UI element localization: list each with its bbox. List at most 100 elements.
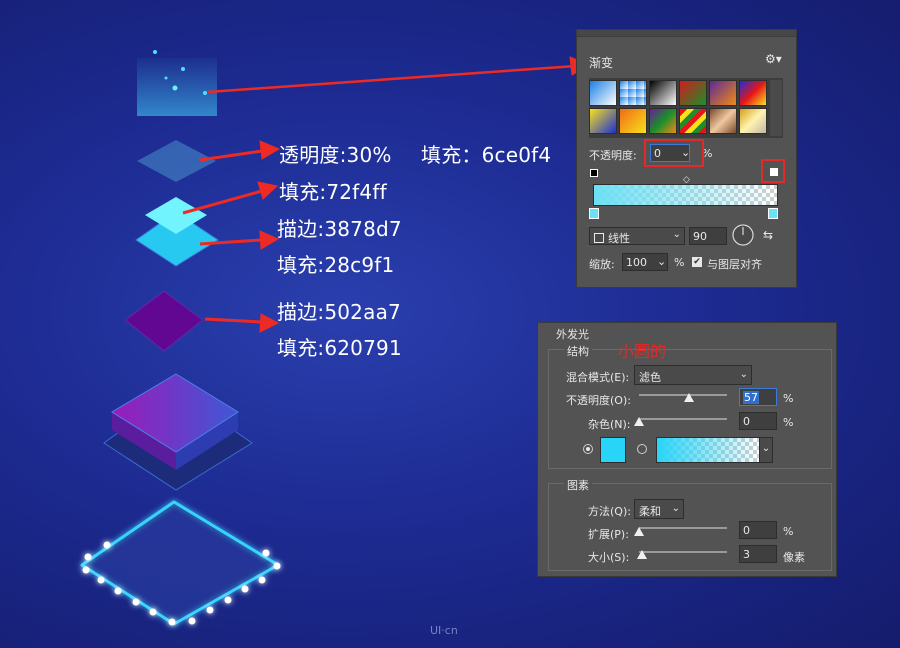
particle: [203, 91, 207, 95]
gradient-panel: 渐变 ⚙▾ 不透明度: 0 ⌄ % ◇ 线性 ⌄ 90 ⇆ 缩放: 100 ⌄ …: [576, 29, 797, 288]
gradient-style-select[interactable]: 线性 ⌄: [589, 227, 685, 245]
particle: [172, 85, 178, 91]
gradient-radio[interactable]: [637, 444, 647, 454]
opacity-stop-left[interactable]: [590, 169, 598, 177]
glow-dot: [258, 576, 266, 584]
opacity-label: 不透明度:: [589, 149, 637, 162]
arrow-head: [259, 140, 281, 160]
reverse-icon[interactable]: ⇆: [763, 228, 773, 242]
watermark: UI·cn: [430, 624, 458, 637]
structure-label: 结构: [564, 343, 592, 359]
glow-opacity-percent: %: [783, 392, 794, 405]
outer-glow-title: 外发光: [556, 328, 589, 341]
small-circle-note: 小圆的: [618, 342, 667, 361]
glow-dot: [114, 587, 122, 595]
purple-diamond: [123, 290, 205, 352]
spread-percent: %: [783, 525, 794, 538]
opacity-slider-track[interactable]: [639, 394, 727, 396]
gradient-bar[interactable]: [593, 184, 778, 206]
blend-mode-select[interactable]: 滤色 ⌄: [634, 365, 752, 385]
gradient-presets: [589, 78, 783, 138]
glow-dot: [206, 606, 214, 614]
gradient-swatch[interactable]: [649, 108, 677, 134]
arrow-line: [207, 64, 577, 94]
color-stop-left[interactable]: [589, 208, 599, 219]
arrow-head: [259, 313, 280, 333]
glow-dot: [188, 617, 196, 625]
gradient-swatch[interactable]: [589, 80, 617, 106]
gradient-swatch[interactable]: [709, 80, 737, 106]
noise-slider-thumb[interactable]: [634, 417, 644, 426]
chevron-down-icon[interactable]: ⌄: [657, 255, 666, 268]
gradient-swatch[interactable]: [619, 108, 647, 134]
spread-label: 扩展(P):: [588, 528, 629, 541]
gradient-swatch[interactable]: [679, 108, 707, 134]
glow-dot: [224, 596, 232, 604]
blend-mode-value: 滤色: [639, 371, 661, 384]
annotation-opacity: 透明度:30%: [279, 143, 392, 167]
size-slider-thumb[interactable]: [637, 550, 647, 559]
chevron-down-icon[interactable]: ⌄: [759, 437, 773, 463]
gradient-style-value: 线性: [608, 232, 630, 245]
particle: [164, 76, 168, 80]
noise-slider-track[interactable]: [639, 418, 727, 420]
glow-gradient-swatch[interactable]: [656, 437, 762, 463]
annotation-fill-28: 填充:28c9f1: [277, 253, 395, 277]
angle-dial-icon[interactable]: [731, 223, 755, 247]
arrow-line: [204, 317, 262, 324]
radio-dot: [586, 447, 590, 451]
glow-gradient-fill: [657, 438, 761, 462]
gradient-swatch[interactable]: [679, 80, 707, 106]
align-layer-label: 与图层对齐: [707, 258, 762, 271]
gradient-bar-fill: [594, 185, 777, 205]
canvas: 透明度:30% 填充：6ce0f4 填充:72f4ff 描边:3878d7 填充…: [0, 0, 900, 648]
gradient-swatch[interactable]: [709, 108, 737, 134]
noise-percent: %: [783, 416, 794, 429]
particle: [181, 67, 185, 71]
gradient-swatch[interactable]: [649, 80, 677, 106]
gradient-swatch[interactable]: [619, 80, 647, 106]
arrow-head: [259, 230, 280, 250]
gradient-panel-title: 渐变: [589, 56, 614, 70]
spread-input[interactable]: 0: [739, 521, 777, 539]
spread-slider-track[interactable]: [639, 527, 727, 529]
gear-icon[interactable]: ⚙▾: [765, 52, 782, 66]
glow-dot: [84, 553, 92, 561]
size-unit: 像素: [783, 551, 805, 564]
chevron-down-icon: ⌄: [671, 503, 680, 514]
checkbox-checked-icon[interactable]: ✔: [692, 257, 702, 267]
size-slider-track[interactable]: [639, 551, 727, 553]
highlight-opacity: [644, 139, 704, 167]
glow-dot: [168, 618, 176, 626]
opacity-slider-thumb[interactable]: [684, 393, 694, 402]
gradient-swatch[interactable]: [739, 80, 767, 106]
noise-label: 杂色(N):: [588, 418, 631, 431]
glow-opacity-value: 57: [743, 391, 759, 404]
gradient-swatch[interactable]: [589, 108, 617, 134]
size-input[interactable]: 3: [739, 545, 777, 563]
glow-outline-diamond: [80, 500, 280, 626]
angle-input[interactable]: 90: [689, 227, 727, 245]
spread-slider-thumb[interactable]: [634, 527, 644, 536]
glow-dot: [273, 562, 281, 570]
scale-percent: %: [674, 256, 685, 269]
panel-top-strip: [577, 30, 796, 37]
presets-scrollbar[interactable]: [770, 80, 782, 136]
glow-dot: [262, 549, 270, 557]
annotation-fill-62: 填充:620791: [277, 336, 402, 360]
chevron-down-icon: ⌄: [739, 369, 748, 380]
glow-dot: [82, 566, 90, 574]
color-stop-right[interactable]: [768, 208, 778, 219]
annotation-stroke-50: 描边:502aa7: [277, 300, 401, 324]
gradient-swatch[interactable]: [739, 108, 767, 134]
outer-glow-panel: 外发光 结构 小圆的 混合模式(E): 滤色 ⌄ 不透明度(O): 57 % 杂…: [537, 322, 837, 577]
translucent-diamond: [137, 140, 216, 182]
annotation-fill-72: 填充:72f4ff: [279, 180, 387, 204]
annotation-fill-top: 填充：6ce0f4: [421, 143, 552, 167]
glow-color-swatch[interactable]: [600, 437, 626, 463]
method-select[interactable]: 柔和 ⌄: [634, 499, 684, 519]
noise-input[interactable]: 0: [739, 412, 777, 430]
solid-color-radio[interactable]: [583, 444, 593, 454]
glow-opacity-input[interactable]: 57: [739, 388, 777, 406]
arrow-line: [199, 149, 263, 162]
